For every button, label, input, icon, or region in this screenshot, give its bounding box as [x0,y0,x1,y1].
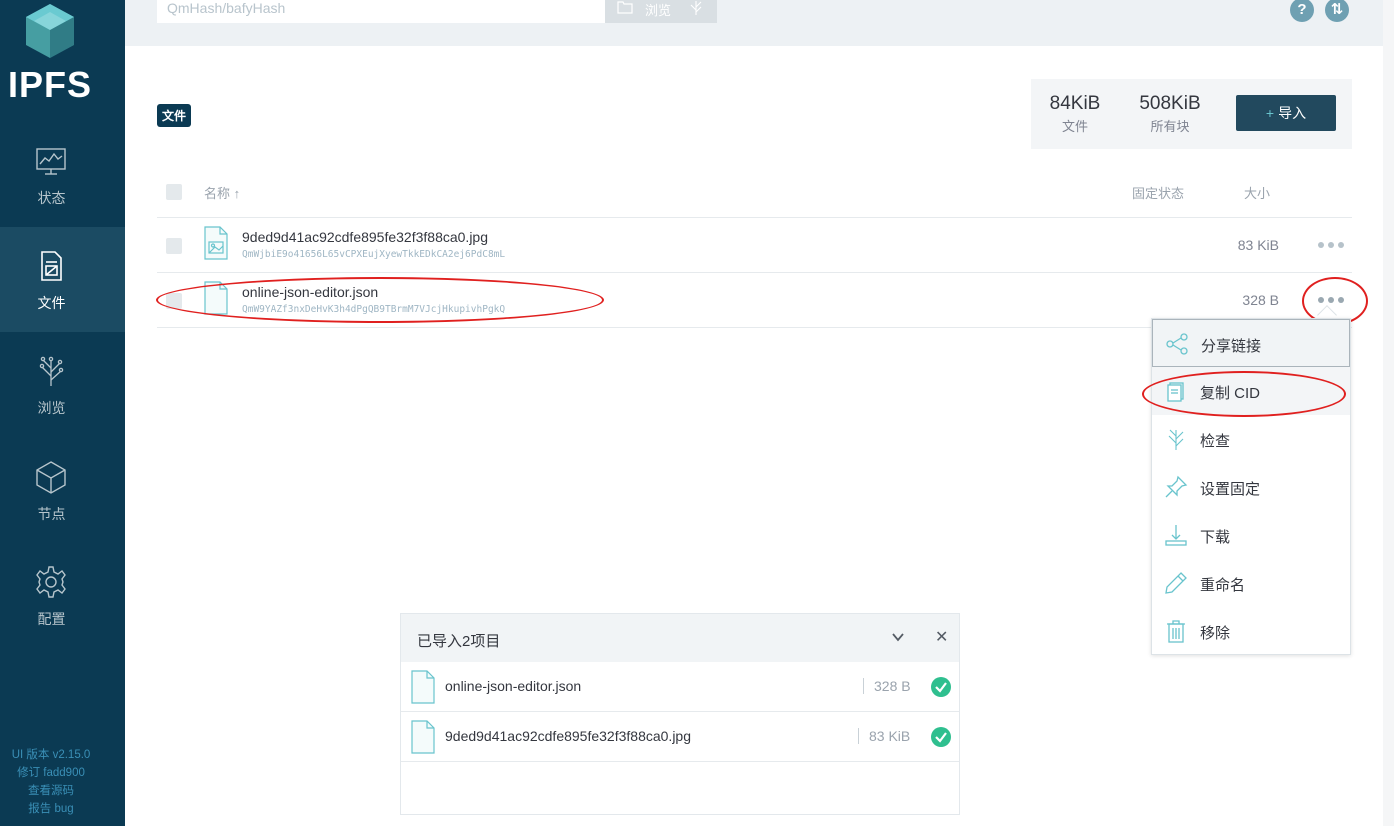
files-stat: 84KiB 文件 [1045,93,1105,135]
table-row[interactable]: 9ded9d41ac92cdfe895fe32f3f88ca0.jpg QmWj… [157,218,1352,273]
menu-item-label: 下载 [1200,529,1231,546]
menu-item-rename[interactable]: 重命名 [1152,559,1350,607]
menu-item-label: 设置固定 [1200,481,1261,498]
menu-item-label: 检查 [1200,433,1231,450]
browse-button[interactable]: 浏览 [605,0,717,23]
settings-gear-icon [36,566,66,598]
list-item: online-json-editor.json 328 B [401,662,959,712]
file-size: 83 KiB [1237,237,1279,253]
sidebar-item-status[interactable]: 状态 [0,122,125,227]
check-circle-icon [931,677,951,697]
import-panel: 已导入2项目 ✕ online-json-editor.json 328 B 9… [400,613,960,815]
files-size: 84KiB [1049,93,1101,114]
blocks-size: 508KiB [1139,93,1201,114]
sidebar-item-label: 节点 [37,506,66,522]
menu-item-share[interactable]: 分享链接 [1152,319,1350,367]
annotation-ellipse-file [156,277,604,323]
scrollbar[interactable] [1383,0,1394,826]
menu-item-label: 分享链接 [1201,338,1262,355]
sidebar-item-label: 配置 [37,611,66,627]
import-label: 导入 [1278,105,1307,121]
rename-icon [1165,572,1187,594]
blocks-size-label: 所有块 [1150,119,1190,134]
file-table-header: 名称 ↑ 固定状态 大小 [157,170,1352,218]
bug-link[interactable]: 报告 bug [0,800,102,818]
folder-icon [617,1,633,14]
sidebar-item-label: 文件 [37,295,66,311]
import-panel-title: 已导入2项目 [417,633,501,650]
annotation-ellipse-copy-cid [1142,371,1346,417]
column-pin-status: 固定状态 [1132,186,1185,201]
column-name[interactable]: 名称 ↑ [204,183,240,202]
context-menu: 分享链接 复制 CID 检查 设置固定 下载 重命名 移除 [1151,318,1351,655]
download-icon [1165,525,1187,546]
explore-tree-icon [39,356,64,386]
document-file-icon [411,720,435,754]
revision-link[interactable]: 修订 fadd900 [0,764,102,782]
menu-item-remove[interactable]: 移除 [1152,607,1350,655]
imported-file-name: 9ded9d41ac92cdfe895fe32f3f88ca0.jpg [445,728,691,744]
ipfs-logo[interactable]: IPFS [0,0,125,125]
document-file-icon [411,670,435,704]
column-size[interactable]: 大小 [1244,183,1270,202]
sidebar-item-peers[interactable]: 节点 [0,438,125,543]
pin-icon [1165,475,1188,498]
trash-icon [1167,620,1185,643]
sidebar-item-explore[interactable]: 浏览 [0,332,125,437]
menu-item-download[interactable]: 下载 [1152,511,1350,559]
connection-status-icon[interactable]: ⇅ [1325,0,1349,22]
file-size: 328 B [1242,292,1279,308]
imported-file-name: online-json-editor.json [445,678,582,694]
source-link[interactable]: 查看源码 [0,782,102,800]
sidebar-item-files[interactable]: 文件 [0,227,125,332]
menu-item-pin[interactable]: 设置固定 [1152,463,1350,511]
sidebar-footer: UI 版本 v2.15.0 修订 fadd900 查看源码 报告 bug [0,746,102,818]
sidebar-item-label: 状态 [37,190,66,206]
repo-stats: 84KiB 文件 508KiB 所有块 + 导入 [1031,79,1352,149]
share-icon [1166,333,1188,355]
plus-icon: + [1265,105,1275,121]
file-name[interactable]: 9ded9d41ac92cdfe895fe32f3f88ca0.jpg [242,229,488,245]
chevron-down-icon[interactable] [891,630,905,644]
blocks-stat: 508KiB 所有块 [1133,93,1207,135]
close-icon[interactable]: ✕ [935,627,948,647]
breadcrumb[interactable]: 文件 [157,104,192,127]
files-size-label: 文件 [1061,119,1088,134]
logo-text: IPFS [7,64,92,105]
files-icon [41,251,62,281]
menu-item-label: 移除 [1200,625,1231,642]
file-cid: QmWjbiE9o41656L65vCPXEujXyewTkkEDkCA2ej6… [242,249,506,260]
ipfs-cube-icon [26,4,74,58]
select-all-checkbox[interactable] [166,184,182,200]
check-circle-icon [931,727,951,747]
image-file-icon [204,226,228,260]
sidebar: IPFS 状态 文件 浏览 节点 配置 UI 版本 v2.15.0 修订 fad… [0,0,125,826]
import-panel-header: 已导入2项目 ✕ [401,614,959,662]
peers-cube-icon [36,461,66,494]
list-item: 9ded9d41ac92cdfe895fe32f3f88ca0.jpg 83 K… [401,712,959,762]
inspect-icon [1168,429,1184,450]
browse-label: 浏览 [645,3,672,18]
menu-item-inspect[interactable]: 检查 [1152,415,1350,463]
top-bar: QmHash/bafyHash 浏览 ? ⇅ [125,0,1394,46]
help-icon[interactable]: ? [1290,0,1314,22]
status-monitor-icon [36,148,66,175]
imported-file-size: 83 KiB [858,728,910,744]
version-link[interactable]: UI 版本 v2.15.0 [0,746,102,764]
sidebar-item-label: 浏览 [37,400,66,416]
more-options-icon[interactable] [1318,242,1346,250]
sidebar-item-settings[interactable]: 配置 [0,543,125,648]
imported-file-size: 328 B [863,678,911,694]
row-checkbox[interactable] [166,238,182,254]
search-input[interactable]: QmHash/bafyHash [157,0,607,23]
import-button[interactable]: + 导入 [1236,95,1336,131]
menu-item-label: 重命名 [1200,577,1246,594]
explore-tree-icon [690,1,702,15]
